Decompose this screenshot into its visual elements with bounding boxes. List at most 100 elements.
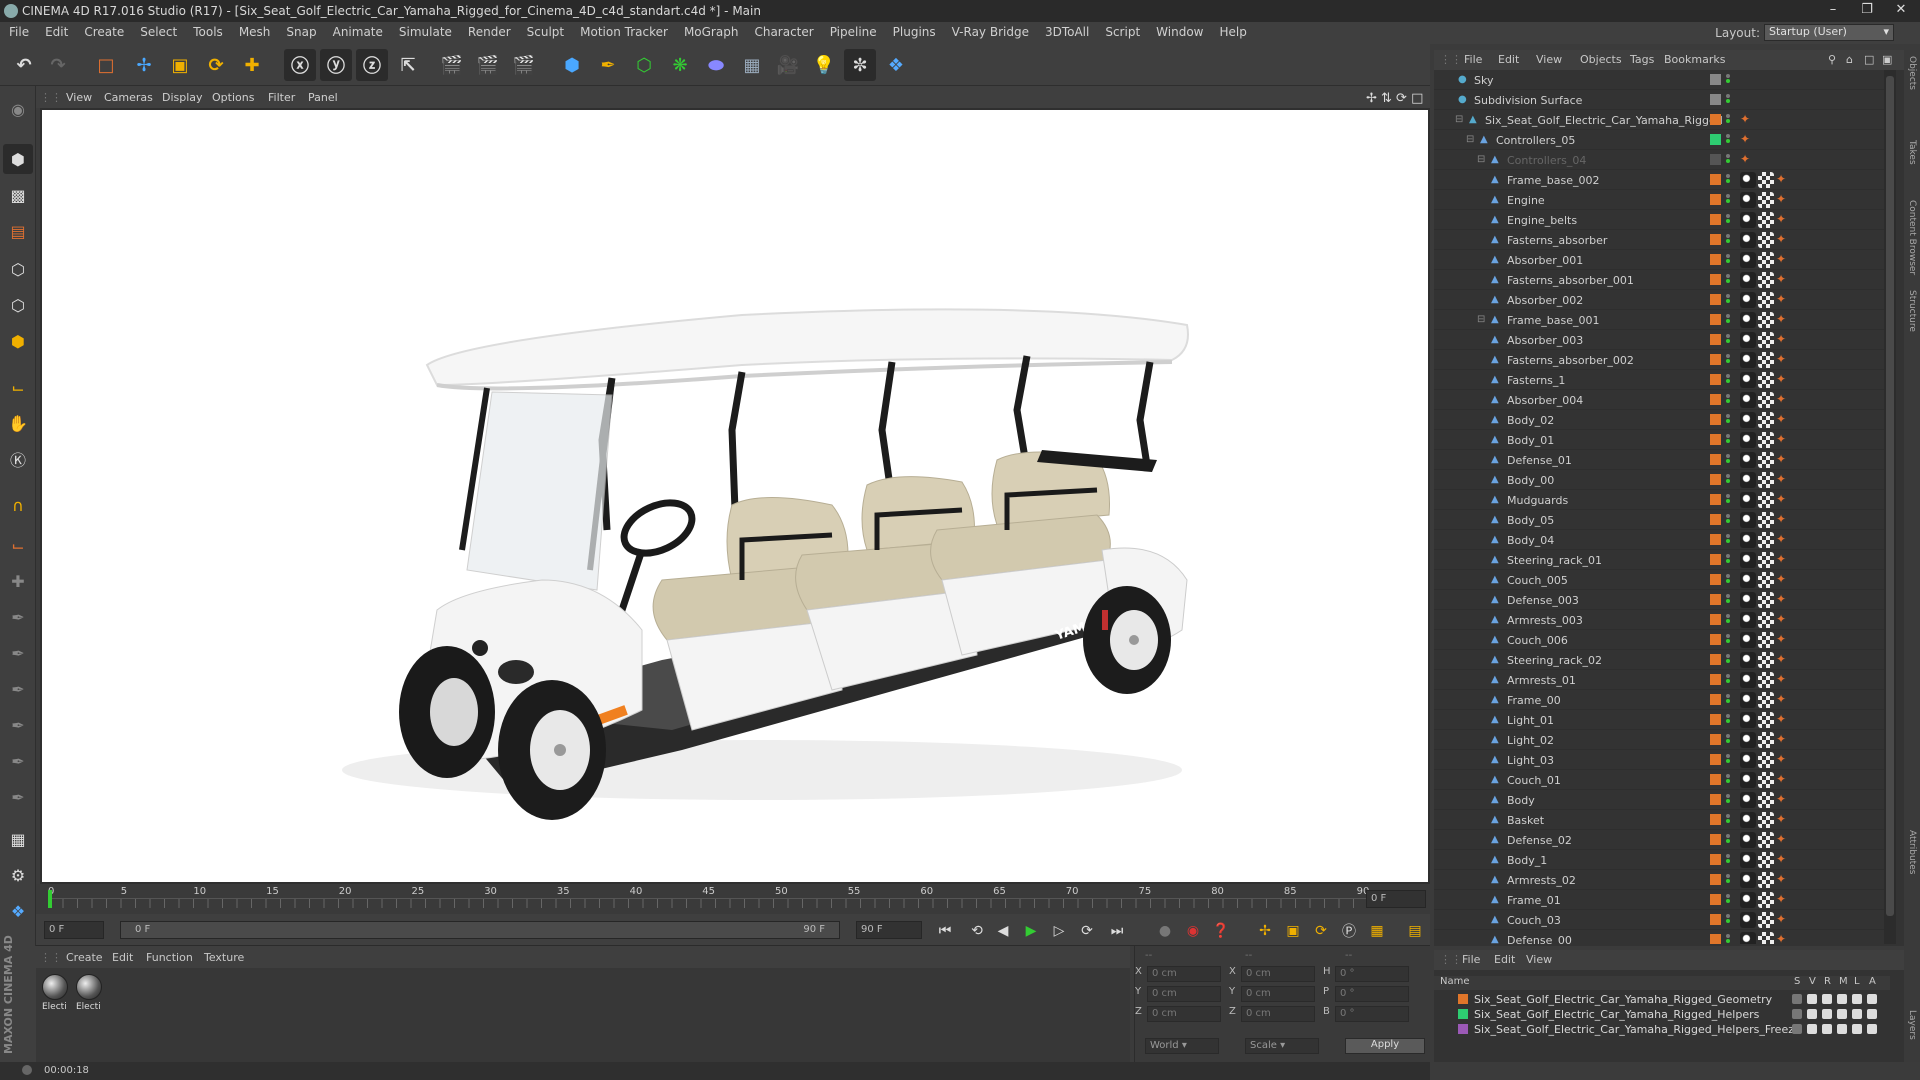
rotate-icon[interactable]: ⟳ — [200, 49, 232, 81]
texture-tag-icon[interactable] — [1758, 772, 1774, 788]
coordinate-system-icon[interactable]: ⇱ — [392, 49, 424, 81]
layer-color-swatch[interactable] — [1710, 874, 1721, 885]
material-tag-icon[interactable] — [1740, 272, 1756, 288]
constraint-tag-icon[interactable]: ✦ — [1776, 552, 1792, 568]
snap-icon[interactable]: Ⓚ — [3, 444, 33, 474]
object-row[interactable]: ▲ Absorber_004 ✦ — [1434, 390, 1884, 410]
layer-toggle-icon[interactable] — [1837, 994, 1847, 1004]
layer-toggle-icon[interactable] — [1792, 994, 1802, 1004]
play-icon[interactable]: ▶ — [1020, 920, 1042, 942]
texture-tag-icon[interactable] — [1758, 932, 1774, 944]
visibility-dots[interactable] — [1726, 373, 1732, 387]
texture-tag-icon[interactable] — [1758, 692, 1774, 708]
camera-icon[interactable]: 🎥 — [772, 49, 804, 81]
cube-icon[interactable]: ⬢ — [556, 49, 588, 81]
right-tab[interactable]: Structure — [1907, 290, 1917, 332]
constraint-tag-icon[interactable]: ✦ — [1776, 572, 1792, 588]
make-editable-icon[interactable]: ◉ — [3, 94, 33, 124]
visibility-dots[interactable] — [1726, 433, 1732, 447]
floor-icon[interactable]: ▦ — [736, 49, 768, 81]
brush4-icon[interactable]: ✒ — [3, 710, 33, 740]
deformer-icon[interactable]: ⬬ — [700, 49, 732, 81]
minimize-button[interactable]: – — [1818, 2, 1848, 20]
object-row[interactable]: ▲ Engine_belts ✦ — [1434, 210, 1884, 230]
material-tag-icon[interactable] — [1740, 192, 1756, 208]
object-row[interactable]: ▲ ⊟ Six_Seat_Golf_Electric_Car_Yamaha_Rigg… — [1434, 110, 1884, 130]
layer-color-swatch[interactable] — [1710, 194, 1721, 205]
layer-color-swatch[interactable] — [1710, 354, 1721, 365]
constraint-tag-icon[interactable]: ✦ — [1776, 672, 1792, 688]
object-row[interactable]: ▲ Frame_00 ✦ — [1434, 690, 1884, 710]
constraint-tag-icon[interactable]: ✦ — [1776, 272, 1792, 288]
visibility-dots[interactable] — [1726, 573, 1732, 587]
object-scrollbar[interactable] — [1884, 70, 1896, 944]
layer-row[interactable]: Six_Seat_Golf_Electric_Car_Yamaha_Rigged… — [1434, 1022, 1890, 1036]
material-tag-icon[interactable] — [1740, 812, 1756, 828]
constraint-tag-icon[interactable]: ✦ — [1776, 792, 1792, 808]
object-row[interactable]: ▲ Fasterns_absorber ✦ — [1434, 230, 1884, 250]
key-scale-icon[interactable]: ▣ — [1282, 920, 1304, 942]
x-axis-icon[interactable]: ⓧ — [284, 49, 316, 81]
visibility-dots[interactable] — [1726, 873, 1732, 887]
constraint-tag-icon[interactable]: ✦ — [1776, 812, 1792, 828]
visibility-dots[interactable] — [1726, 753, 1732, 767]
object-row[interactable]: ▲ Body_05 ✦ — [1434, 510, 1884, 530]
position-field[interactable]: 0 cm — [1147, 986, 1221, 1002]
layer-toggle-icon[interactable] — [1822, 994, 1832, 1004]
constraint-tag-icon[interactable]: ✦ — [1776, 492, 1792, 508]
object-row[interactable]: ▲ Fasterns_absorber_001 ✦ — [1434, 270, 1884, 290]
constraint-tag-icon[interactable]: ✦ — [1776, 252, 1792, 268]
menu-item[interactable]: Select — [131, 22, 184, 44]
texture-tag-icon[interactable] — [1758, 492, 1774, 508]
viewport-menu-options[interactable]: Options — [212, 91, 254, 104]
texture-tag-icon[interactable] — [1758, 552, 1774, 568]
prev-frame-icon[interactable]: ◀ — [992, 920, 1014, 942]
current-frame-field[interactable]: 0 F — [44, 921, 104, 939]
material-tag-icon[interactable] — [1740, 332, 1756, 348]
texture-tag-icon[interactable] — [1758, 332, 1774, 348]
material-tag-icon[interactable] — [1740, 212, 1756, 228]
material-tag-icon[interactable] — [1740, 612, 1756, 628]
viewport-menu-cameras[interactable]: Cameras — [104, 91, 153, 104]
material-tag-icon[interactable] — [1740, 452, 1756, 468]
layer-color-swatch[interactable] — [1710, 814, 1721, 825]
layer-toggle-icon[interactable] — [1822, 1009, 1832, 1019]
constraint-tag-icon[interactable]: ✦ — [1776, 612, 1792, 628]
viewport-menu-panel[interactable]: Panel — [308, 91, 338, 104]
rotation-field[interactable]: 0 ° — [1335, 966, 1409, 982]
menu-item[interactable]: MoGraph — [675, 22, 746, 44]
texture-tag-icon[interactable] — [1758, 412, 1774, 428]
layer-toggle-icon[interactable] — [1852, 994, 1862, 1004]
texture-tag-icon[interactable] — [1758, 792, 1774, 808]
material-tag-icon[interactable] — [1740, 712, 1756, 728]
visibility-dots[interactable] — [1726, 93, 1732, 107]
object-row[interactable]: ▲ ⊟ Controllers_05 ✦ — [1434, 130, 1884, 150]
constraint-tag-icon[interactable]: ✦ — [1776, 432, 1792, 448]
object-row[interactable]: ▲ Frame_base_002 ✦ — [1434, 170, 1884, 190]
visibility-dots[interactable] — [1726, 853, 1732, 867]
visibility-dots[interactable] — [1726, 693, 1732, 707]
object-row[interactable]: ▲ Light_01 ✦ — [1434, 710, 1884, 730]
model-mode-icon[interactable]: ⬢ — [3, 144, 33, 174]
texture-tag-icon[interactable] — [1758, 272, 1774, 288]
layer-menu-edit[interactable]: Edit — [1494, 953, 1515, 966]
frame-range-slider[interactable]: 0 F 90 F — [120, 921, 840, 939]
material-tag-icon[interactable] — [1740, 392, 1756, 408]
texture-tag-icon[interactable] — [1758, 252, 1774, 268]
viewport-menu-filter[interactable]: Filter — [268, 91, 295, 104]
new-window-icon[interactable]: ▣ — [1882, 53, 1892, 66]
object-row[interactable]: ● Sky — [1434, 70, 1884, 90]
constraint-tag-icon[interactable]: ✦ — [1776, 712, 1792, 728]
rotation-field[interactable]: 0 ° — [1335, 986, 1409, 1002]
texture-tag-icon[interactable] — [1758, 372, 1774, 388]
layer-color-swatch[interactable] — [1710, 654, 1721, 665]
object-menu-item[interactable]: Edit — [1498, 53, 1519, 66]
layer-color-swatch[interactable] — [1710, 534, 1721, 545]
visibility-dots[interactable] — [1726, 133, 1732, 147]
layer-menu-file[interactable]: File — [1462, 953, 1480, 966]
visibility-dots[interactable] — [1726, 553, 1732, 567]
layer-color-swatch[interactable] — [1710, 174, 1721, 185]
enable-axis-icon[interactable]: ⌙ — [3, 372, 33, 402]
layer-color-swatch[interactable] — [1710, 614, 1721, 625]
texture-mode-icon[interactable]: ▩ — [3, 180, 33, 210]
